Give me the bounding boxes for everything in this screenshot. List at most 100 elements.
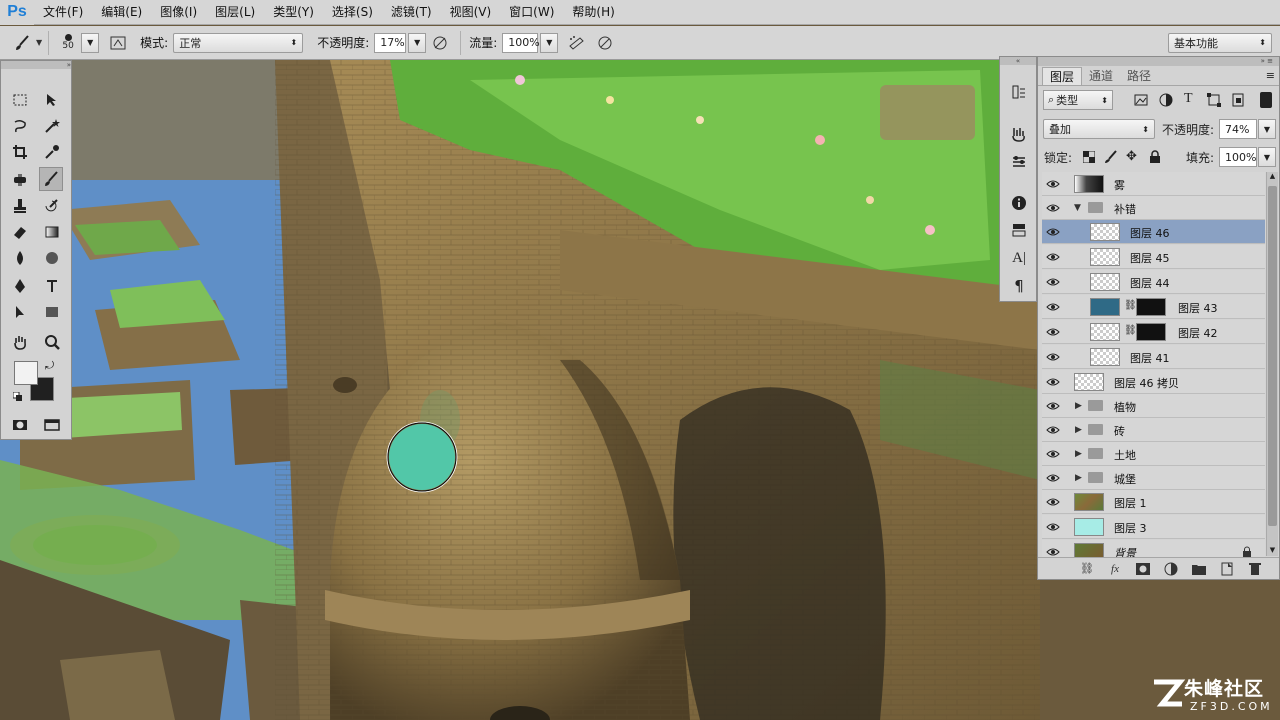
layer-row[interactable]: 图层 46 拷贝 [1042,370,1265,394]
visibility-eye-icon[interactable] [1046,400,1060,412]
rectangle-tool-icon[interactable] [40,300,64,324]
menu-edit[interactable]: 编辑(E) [92,0,151,25]
layer-mask-thumbnail[interactable] [1136,323,1166,341]
info-panel-icon[interactable] [1007,192,1031,214]
visibility-eye-icon[interactable] [1046,448,1060,460]
filter-pixel-icon[interactable] [1134,93,1148,110]
opacity-field[interactable]: 17% [374,32,407,53]
menu-filter[interactable]: 滤镜(T) [382,0,441,25]
visibility-eye-icon[interactable] [1046,301,1060,313]
filter-kind-select[interactable]: ⌕ 类型 ⬍ [1043,90,1113,110]
marquee-tool-icon[interactable] [8,88,32,112]
scroll-up-arrow-icon[interactable]: ▲ [1267,172,1278,180]
airbrush-icon[interactable] [566,32,588,54]
layer-row-group[interactable]: ▶ 植物 [1042,394,1265,418]
chevron-right-icon[interactable]: ▶ [1075,425,1082,435]
lock-pixels-icon[interactable] [1104,150,1118,167]
history-panel-icon[interactable] [1007,81,1031,103]
layer-row[interactable]: 图层 41 [1042,345,1265,369]
fill-dropdown[interactable]: ▼ [1258,147,1276,167]
flow-dropdown[interactable]: ▼ [540,32,559,53]
type-tool-icon[interactable] [40,274,64,298]
filter-shape-icon[interactable] [1207,93,1221,110]
scroll-down-arrow-icon[interactable]: ▼ [1267,546,1278,554]
paragraph-panel-icon[interactable]: ¶ [1007,275,1031,297]
swap-colors-icon[interactable]: ⤾ [45,359,54,373]
zoom-tool-icon[interactable] [40,330,64,354]
layer-row-group[interactable]: ▶ 土地 [1042,442,1265,466]
layer-row-fog[interactable]: 雾 [1042,172,1265,196]
menu-image[interactable]: 图像(I) [151,0,206,25]
workspace-select[interactable]: 基本功能 ⬍ [1168,32,1272,53]
brush-tool-preset-icon[interactable] [11,32,33,54]
tool-presets-icon[interactable] [1007,123,1031,145]
menu-window[interactable]: 窗口(W) [500,0,563,25]
menu-view[interactable]: 视图(V) [441,0,501,25]
flow-field[interactable]: 100% [502,32,540,53]
visibility-eye-icon[interactable] [1046,251,1060,263]
lock-position-icon[interactable]: ✥ [1126,149,1137,164]
tab-paths[interactable]: 路径 [1120,67,1158,85]
layer-row[interactable]: 图层 3 [1042,515,1265,539]
chevron-right-icon[interactable]: ▶ [1075,473,1082,483]
properties-panel-icon[interactable] [1007,219,1031,241]
tab-channels[interactable]: 通道 [1082,67,1120,85]
layer-row-group[interactable]: ▶ 城堡 [1042,466,1265,490]
filter-toggle[interactable] [1260,92,1272,108]
panel-grip[interactable]: » [1,61,71,69]
brush-picker-dropdown[interactable]: ▼ [81,32,100,53]
layer-mask-thumbnail[interactable] [1136,298,1166,316]
brush-tool-icon[interactable] [39,167,63,191]
layer-row-selected[interactable]: 图层 46 [1042,220,1265,244]
filter-smart-object-icon[interactable] [1231,93,1245,110]
eraser-tool-icon[interactable] [8,220,32,244]
visibility-eye-icon[interactable] [1046,178,1060,190]
crop-tool-icon[interactable] [8,140,32,164]
layer-row[interactable]: 图层 45 [1042,245,1265,269]
menu-file[interactable]: 文件(F) [34,0,92,25]
move-tool-icon[interactable] [40,88,64,112]
layers-scrollbar[interactable]: ▲ ▼ [1266,172,1278,556]
lock-all-icon[interactable] [1149,150,1161,167]
panel-grip[interactable]: » ≡ [1038,57,1279,66]
layer-row-masked[interactable]: ⛓ 图层 42 [1042,320,1265,344]
visibility-eye-icon[interactable] [1046,376,1060,388]
new-group-icon[interactable] [1191,561,1207,577]
default-colors-icon[interactable] [12,391,23,401]
quick-mask-icon[interactable] [8,413,32,437]
layer-style-fx-icon[interactable]: fx [1107,561,1123,577]
path-selection-tool-icon[interactable] [8,300,32,324]
filter-type-icon[interactable]: T [1184,91,1193,107]
visibility-eye-icon[interactable] [1046,472,1060,484]
panel-menu-icon[interactable]: ≡ [1266,67,1275,85]
layer-row[interactable]: 图层 44 [1042,270,1265,294]
filter-adjustment-icon[interactable] [1159,93,1173,110]
layer-opacity-field[interactable]: 74% [1219,119,1257,139]
menu-help[interactable]: 帮助(H) [563,0,623,25]
add-mask-icon[interactable] [1135,561,1151,577]
visibility-eye-icon[interactable] [1046,351,1060,363]
opacity-dropdown[interactable]: ▼ [408,32,427,53]
layer-row-group-open[interactable]: ▼ 补错 [1042,196,1265,220]
chevron-right-icon[interactable]: ▶ [1075,449,1082,459]
magic-wand-tool-icon[interactable] [40,114,64,138]
history-brush-tool-icon[interactable] [40,194,64,218]
visibility-eye-icon[interactable] [1046,326,1060,338]
foreground-color-swatch[interactable] [14,361,38,385]
eyedropper-tool-icon[interactable] [40,140,64,164]
visibility-eye-icon[interactable] [1046,424,1060,436]
character-panel-icon[interactable]: A| [1007,247,1031,269]
delete-layer-icon[interactable] [1247,561,1263,577]
brush-size-picker[interactable]: 50 [55,30,81,56]
tab-layers[interactable]: 图层 [1042,67,1083,85]
layer-row[interactable]: 图层 1 [1042,490,1265,514]
menu-select[interactable]: 选择(S) [323,0,382,25]
healing-brush-tool-icon[interactable] [8,168,32,192]
visibility-eye-icon[interactable] [1046,546,1060,557]
visibility-eye-icon[interactable] [1046,521,1060,533]
layer-row-masked[interactable]: ⛓ 图层 43 [1042,295,1265,319]
adjustments-panel-icon[interactable] [1007,151,1031,173]
lock-transparent-icon[interactable] [1082,150,1096,166]
clone-stamp-tool-icon[interactable] [8,194,32,218]
dodge-tool-icon[interactable] [40,246,64,270]
